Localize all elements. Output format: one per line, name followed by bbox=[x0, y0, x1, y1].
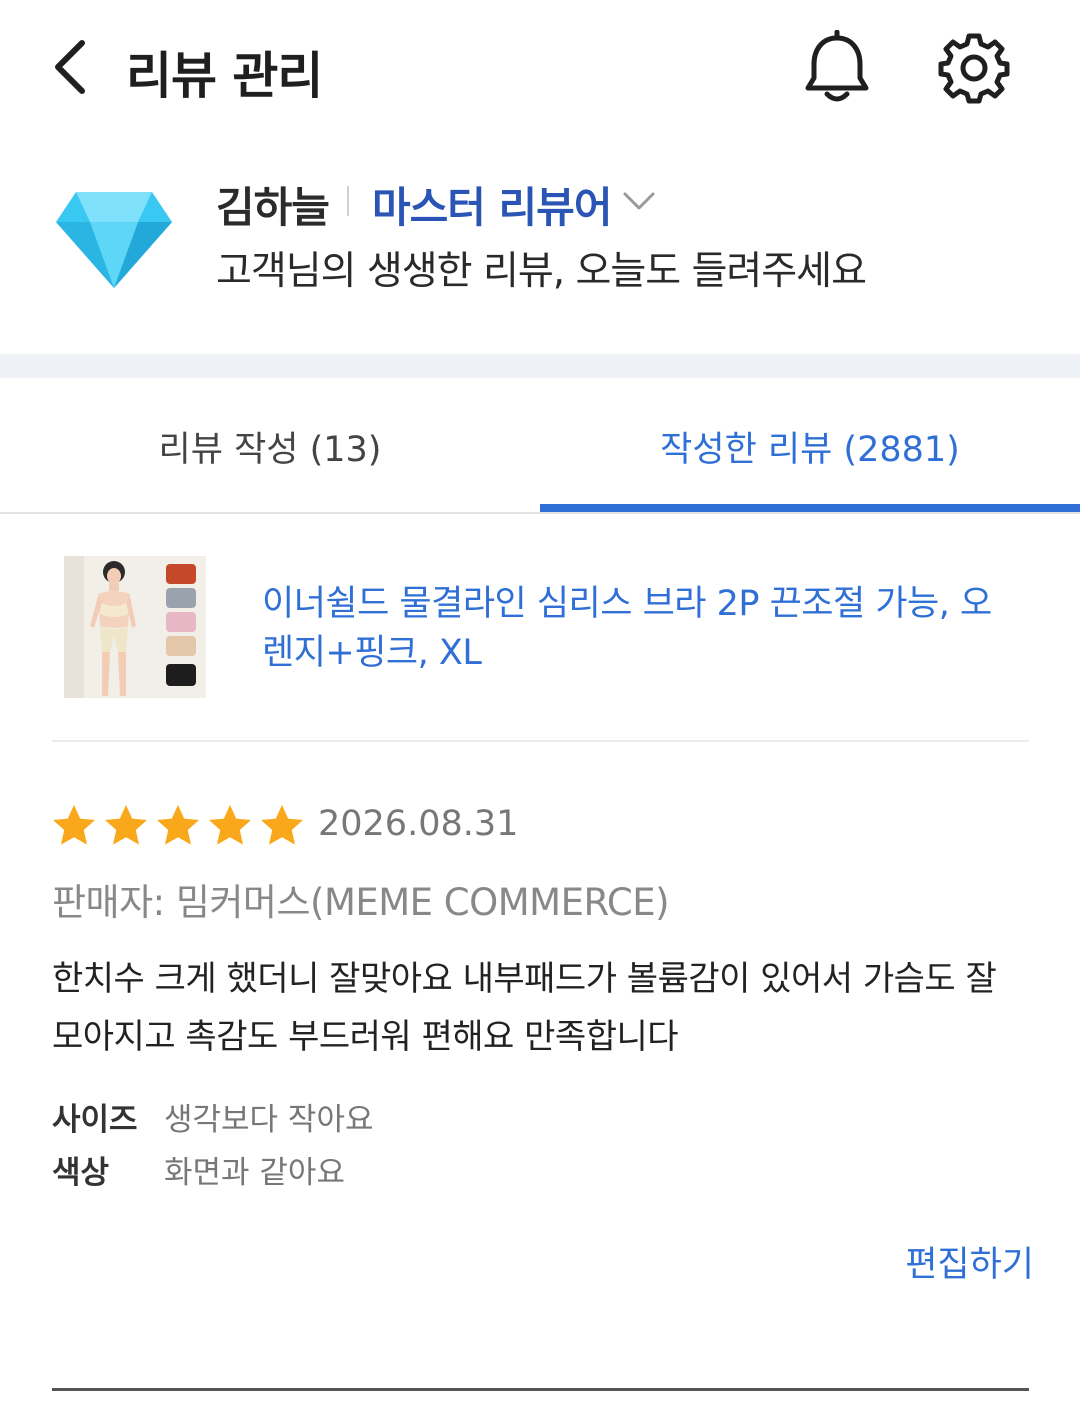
tab-baseline bbox=[0, 512, 1080, 514]
star-icon bbox=[105, 805, 147, 845]
star-rating bbox=[50, 802, 306, 850]
settings-button[interactable] bbox=[936, 30, 1012, 106]
back-button[interactable] bbox=[40, 34, 100, 100]
chevron-left-icon bbox=[55, 40, 85, 94]
attribute-value: 생각보다 작아요 bbox=[164, 1102, 374, 1138]
diamond-icon bbox=[56, 192, 172, 288]
review-attribute-color: 색상 화면과 같아요 bbox=[52, 1147, 345, 1192]
review-date: 2026.08.31 bbox=[318, 804, 519, 844]
bell-icon bbox=[805, 29, 869, 102]
seller-name: 판매자: 밈커머스(MEME COMMERCE) bbox=[52, 881, 670, 924]
star-icon bbox=[261, 805, 303, 845]
reviewer-grade[interactable]: 마스터 리뷰어 bbox=[372, 174, 612, 235]
review-attribute-size: 사이즈 생각보다 작아요 bbox=[52, 1094, 374, 1139]
review-bottom-divider bbox=[52, 1388, 1029, 1391]
section-divider bbox=[0, 354, 1080, 378]
reviewer-name: 김하늘 bbox=[216, 183, 330, 232]
tab-write-review[interactable]: 리뷰 작성 (13) bbox=[0, 378, 540, 514]
review-tabs: 리뷰 작성 (13) 작성한 리뷰 (2881) bbox=[0, 378, 1080, 514]
star-icon bbox=[209, 805, 251, 845]
page-title: 리뷰 관리 bbox=[126, 47, 323, 105]
product-image bbox=[64, 556, 206, 698]
attribute-value: 화면과 같아요 bbox=[164, 1155, 345, 1191]
attribute-label: 색상 bbox=[52, 1155, 110, 1191]
attribute-label: 사이즈 bbox=[52, 1102, 138, 1138]
active-tab-indicator bbox=[540, 504, 1080, 512]
review-text: 한치수 크게 했더니 잘맞아요 내부패드가 볼륨감이 있어서 가슴도 잘 모아지… bbox=[52, 959, 997, 1057]
tab-written-reviews[interactable]: 작성한 리뷰 (2881) bbox=[540, 378, 1080, 514]
star-icon bbox=[157, 805, 199, 845]
notifications-button[interactable] bbox=[800, 29, 874, 106]
gear-icon bbox=[938, 33, 1010, 104]
profile-message: 고객님의 생생한 리뷰, 오늘도 들려주세요 bbox=[216, 249, 867, 294]
reviewer-profile: 김하늘 마스터 리뷰어 고객님의 생생한 리뷰, 오늘도 들려주세요 bbox=[0, 160, 1080, 350]
app-header: 리뷰 관리 bbox=[0, 0, 1080, 140]
product-thumbnail[interactable] bbox=[64, 556, 206, 698]
star-icon bbox=[53, 805, 95, 845]
name-separator bbox=[347, 186, 349, 216]
chevron-down-icon[interactable] bbox=[622, 190, 656, 212]
product-divider bbox=[52, 740, 1029, 742]
edit-review-button[interactable]: 편집하기 bbox=[905, 1236, 1034, 1287]
product-title-link[interactable]: 이너쉴드 물결라인 심리스 브라 2P 끈조절 가능, 오렌지+핑크, XL bbox=[262, 580, 1022, 678]
